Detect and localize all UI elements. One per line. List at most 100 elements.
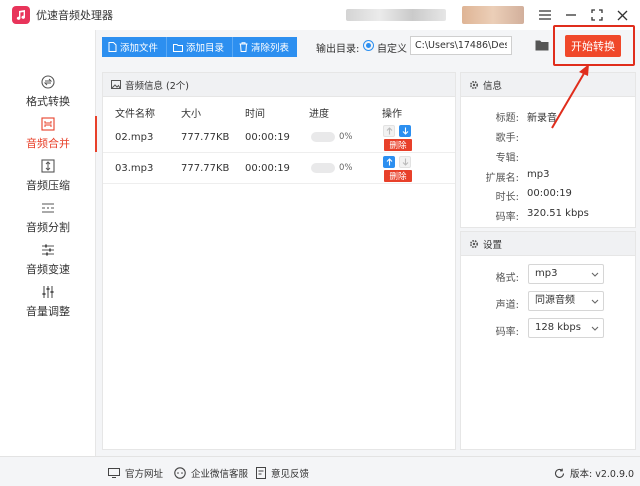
- progress-percent: 0%: [339, 163, 353, 173]
- channel-select[interactable]: 同源音频: [528, 291, 604, 311]
- sidebar-item-audio-merge[interactable]: 音频合并: [0, 112, 97, 156]
- settings-panel: 设置 格式: mp3 声道: 同源音频 码率: 128 kbps: [460, 231, 636, 450]
- sidebar-item-label: 音频变速: [26, 263, 70, 276]
- custom-output-radio[interactable]: [363, 40, 374, 51]
- column-header-size: 大小: [181, 109, 201, 120]
- info-panel-header: 信息: [461, 73, 635, 97]
- official-website-label: 官方网址: [125, 469, 164, 480]
- info-panel: 信息 标题: 新录音 歌手: 专辑: 扩展名: mp3 时长: 00:00:19…: [460, 72, 636, 228]
- setting-key-channel: 声道:: [495, 300, 519, 311]
- file-list-header: 音频信息 (2个): [103, 73, 455, 97]
- add-directory-button[interactable]: 添加目录: [167, 37, 234, 57]
- open-folder-icon[interactable]: [533, 37, 551, 53]
- audio-compress-icon: [40, 159, 56, 173]
- monitor-icon: [108, 468, 120, 478]
- audio-merge-icon: [40, 117, 56, 131]
- bitrate-select-value: 128 kbps: [535, 322, 581, 333]
- sidebar-item-label: 音频压缩: [26, 179, 70, 192]
- wechat-support-link[interactable]: 企业微信客服: [174, 466, 248, 480]
- channel-select-value: 同源音频: [535, 295, 575, 306]
- blurred-area: [346, 9, 446, 21]
- info-key-extension: 扩展名:: [485, 173, 519, 184]
- info-value-extension: mp3: [527, 169, 550, 180]
- sidebar: 格式转换 音频合并 音频压缩 音频分割 音频变速 音量调整: [0, 30, 97, 456]
- music-note-icon: [16, 10, 26, 20]
- info-value-title: 新录音: [527, 113, 557, 124]
- feedback-icon: [256, 467, 266, 479]
- info-key-bitrate: 码率:: [495, 212, 519, 223]
- move-down-button[interactable]: [399, 156, 411, 168]
- delete-button[interactable]: 删除: [384, 139, 412, 151]
- version-info: 版本: v2.0.9.0: [554, 466, 634, 480]
- feedback-link[interactable]: 意见反馈: [256, 466, 309, 480]
- minimize-icon[interactable]: [561, 5, 581, 25]
- file-list-title: 音频信息 (2个): [125, 80, 189, 92]
- format-select-value: mp3: [535, 268, 558, 279]
- start-convert-button[interactable]: 开始转换: [565, 35, 621, 57]
- arrow-down-icon: [402, 158, 408, 166]
- maximize-icon[interactable]: [587, 5, 607, 25]
- app-title: 优速音频处理器: [36, 9, 113, 22]
- file-time: 00:00:19: [245, 163, 290, 174]
- setting-key-bitrate: 码率:: [495, 327, 519, 338]
- sidebar-item-audio-compress[interactable]: 音频压缩: [0, 154, 96, 198]
- sidebar-item-label: 音频合并: [26, 137, 70, 150]
- file-name: 02.mp3: [115, 132, 154, 143]
- output-dir-label: 输出目录:: [316, 44, 360, 55]
- progress-bar: [311, 163, 335, 173]
- column-header-actions: 操作: [382, 109, 402, 120]
- image-icon: [111, 80, 121, 89]
- format-convert-icon: [40, 75, 56, 89]
- info-key-artist: 歌手:: [495, 133, 519, 144]
- trash-icon: [239, 42, 248, 52]
- column-header-name: 文件名称: [115, 109, 155, 120]
- user-avatar[interactable]: [462, 6, 524, 24]
- sidebar-item-label: 音频分割: [26, 221, 70, 234]
- menu-icon[interactable]: [535, 5, 555, 25]
- column-header-time: 时间: [245, 109, 265, 120]
- progress-bar: [311, 132, 335, 142]
- version-label: 版本: v2.0.9.0: [570, 469, 635, 480]
- info-value-bitrate: 320.51 kbps: [527, 208, 589, 219]
- add-directory-label: 添加目录: [186, 43, 225, 54]
- clear-list-label: 清除列表: [251, 43, 290, 54]
- sidebar-item-audio-speed[interactable]: 音频变速: [0, 238, 96, 282]
- sidebar-item-volume-adjust[interactable]: 音量调整: [0, 280, 96, 324]
- sidebar-item-format-convert[interactable]: 格式转换: [0, 70, 96, 114]
- arrow-up-icon: [386, 127, 392, 135]
- file-time: 00:00:19: [245, 132, 290, 143]
- output-path-input[interactable]: [410, 36, 512, 55]
- sidebar-item-audio-split[interactable]: 音频分割: [0, 196, 96, 240]
- progress-percent: 0%: [339, 132, 353, 142]
- chevron-down-icon: [591, 292, 599, 310]
- info-key-album: 专辑:: [495, 153, 519, 164]
- table-row[interactable]: 03.mp3 777.77KB 00:00:19 0% 删除: [103, 154, 455, 184]
- arrow-up-icon: [386, 158, 392, 166]
- move-down-button[interactable]: [399, 125, 411, 137]
- sidebar-item-label: 音量调整: [26, 305, 70, 318]
- refresh-icon: [554, 468, 565, 479]
- wechat-support-label: 企业微信客服: [191, 469, 249, 480]
- add-file-button[interactable]: 添加文件: [102, 37, 168, 57]
- custom-output-radio-label[interactable]: 自定义: [377, 40, 407, 55]
- info-value-duration: 00:00:19: [527, 188, 572, 199]
- official-website-link[interactable]: 官方网址: [108, 466, 163, 480]
- feedback-label: 意见反馈: [271, 469, 310, 480]
- info-panel-title: 信息: [483, 80, 503, 92]
- format-select[interactable]: mp3: [528, 264, 604, 284]
- folder-icon: [173, 43, 184, 52]
- bitrate-select[interactable]: 128 kbps: [528, 318, 604, 338]
- close-icon[interactable]: [612, 5, 632, 25]
- file-size: 777.77KB: [181, 163, 230, 174]
- move-up-button[interactable]: [383, 125, 395, 137]
- chevron-down-icon: [591, 265, 599, 283]
- file-icon: [108, 42, 117, 52]
- delete-button[interactable]: 删除: [384, 170, 412, 182]
- gear-icon: [469, 80, 479, 90]
- info-key-duration: 时长:: [495, 192, 519, 203]
- clear-list-button[interactable]: 清除列表: [233, 37, 298, 57]
- settings-panel-title: 设置: [483, 239, 503, 251]
- table-row[interactable]: 02.mp3 777.77KB 00:00:19 0% 删除: [103, 123, 455, 153]
- move-up-button[interactable]: [383, 156, 395, 168]
- file-size: 777.77KB: [181, 132, 230, 143]
